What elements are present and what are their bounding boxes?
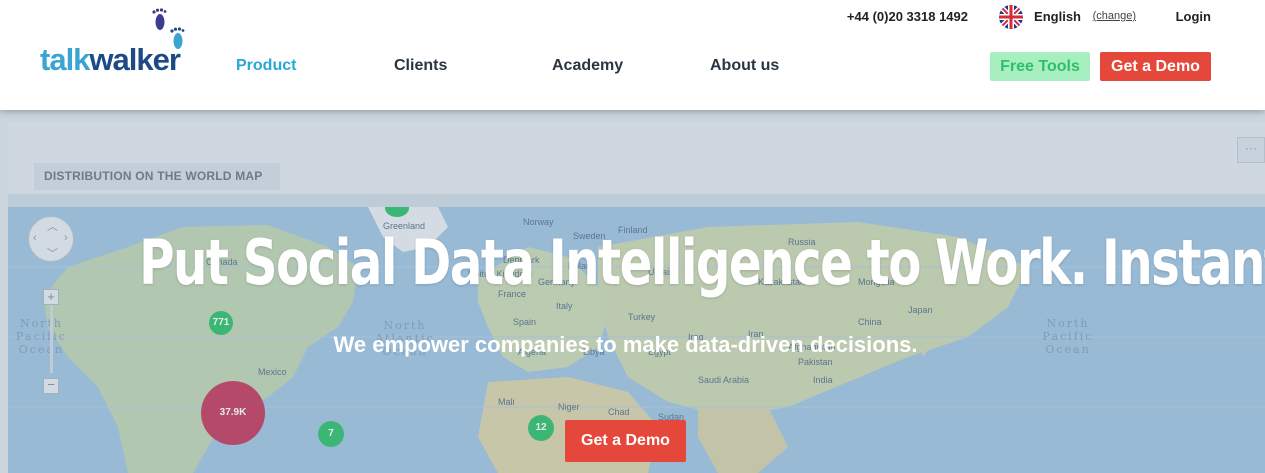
logo-part-talk: talk [40, 42, 90, 77]
talkwalker-logo[interactable]: talkwalker [40, 8, 200, 78]
nav-item-clients[interactable]: Clients [394, 57, 447, 75]
phone-number[interactable]: +44 (0)20 3318 1492 [847, 9, 968, 24]
nav-item-about-us[interactable]: About us [710, 57, 779, 75]
get-demo-hero-button[interactable]: Get a Demo [565, 420, 686, 462]
free-tools-button[interactable]: Free Tools [990, 52, 1090, 81]
login-link[interactable]: Login [1176, 9, 1211, 24]
language-change-link[interactable]: (change) [1093, 10, 1136, 22]
hero-headline: Put Social Data Intelligence to Work. In… [139, 226, 1265, 299]
language-current: English [1034, 9, 1081, 24]
utility-bar: +44 (0)20 3318 1492 English (change) Log… [791, 5, 1211, 29]
nav-item-product[interactable]: Product [236, 57, 296, 75]
hero-subheadline: We empower companies to make data-driven… [333, 332, 918, 357]
uk-flag-icon[interactable] [999, 5, 1023, 29]
get-demo-header-button[interactable]: Get a Demo [1100, 52, 1211, 81]
logo-part-walker: walker [89, 42, 181, 77]
logo-wordmark: talkwalker [40, 42, 181, 77]
site-header: talkwalker +44 (0)20 3318 1492 English (… [0, 0, 1265, 110]
hero-section: DISTRIBUTION ON THE WORLD MAP ··· North … [0, 110, 1265, 473]
nav-item-academy[interactable]: Academy [552, 57, 623, 75]
